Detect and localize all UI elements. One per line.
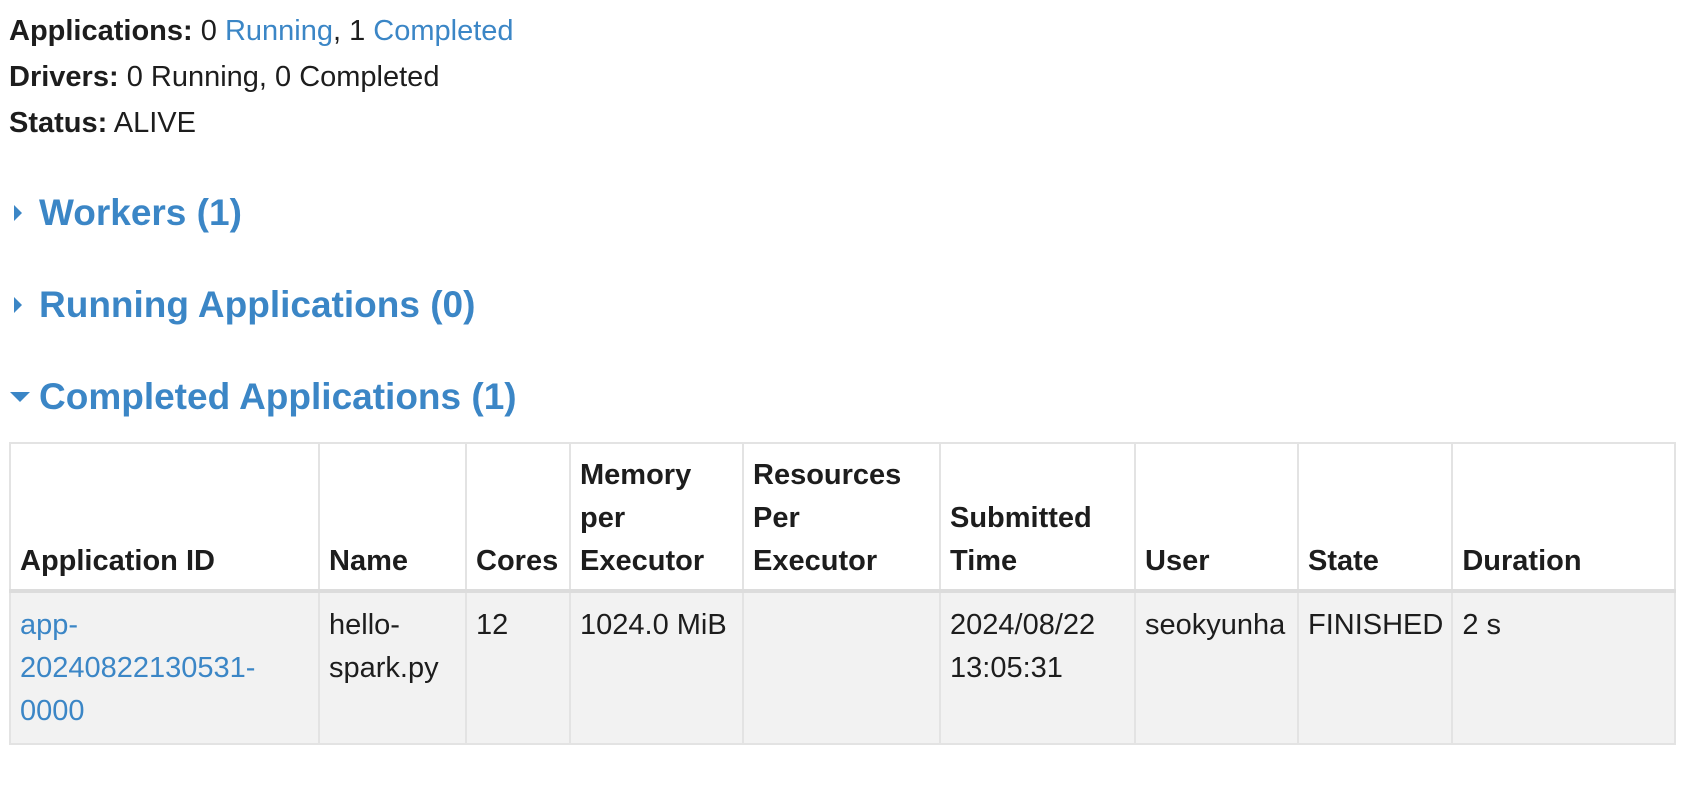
cell-state: FINISHED xyxy=(1296,590,1454,745)
completed-apps-table: Application ID Name Cores Memory per Execu… xyxy=(9,442,1676,745)
caret-right-icon xyxy=(9,297,39,313)
cell-user: seokyunha xyxy=(1134,590,1299,745)
caret-down-icon xyxy=(9,392,39,402)
header-name[interactable]: Name xyxy=(318,442,467,593)
header-resources-per-executor[interactable]: Resources Per Executor xyxy=(742,442,941,593)
cell-name: hello-spark.py xyxy=(318,590,467,745)
table-header-row: Application ID Name Cores Memory per Execu… xyxy=(9,442,1676,593)
drivers-label: Drivers: xyxy=(9,61,119,93)
applications-running-count: 0 xyxy=(200,15,217,47)
cell-cores: 12 xyxy=(465,590,571,745)
header-memory-per-executor[interactable]: Memory per Executor xyxy=(569,442,744,593)
header-duration[interactable]: Duration xyxy=(1451,442,1676,593)
application-id-link[interactable]: app- 20240822130531- 0000 xyxy=(20,609,255,727)
header-cores[interactable]: Cores xyxy=(465,442,571,593)
cell-resources xyxy=(742,590,941,745)
cell-duration: 2 s xyxy=(1451,590,1676,745)
status-label: Status: xyxy=(9,107,108,139)
running-apps-section-title[interactable]: Running Applications (0) xyxy=(39,281,475,329)
master-page: Applications: 0 Running, 1 Completed Dri… xyxy=(0,0,1684,745)
status-value: ALIVE xyxy=(113,107,196,139)
workers-section-toggle[interactable]: Workers (1) xyxy=(9,189,1684,237)
applications-separator: , xyxy=(332,15,342,47)
header-user[interactable]: User xyxy=(1134,442,1299,593)
drivers-summary: Drivers: 0 Running, 0 Completed xyxy=(9,54,1684,100)
workers-section-title[interactable]: Workers (1) xyxy=(39,189,242,237)
drivers-value: 0 Running, 0 Completed xyxy=(126,61,440,93)
header-application-id[interactable]: Application ID xyxy=(9,442,320,593)
applications-completed-count: 1 xyxy=(349,15,366,47)
completed-apps-section-title[interactable]: Completed Applications (1) xyxy=(39,373,517,421)
cell-application-id: app- 20240822130531- 0000 xyxy=(9,590,320,745)
applications-summary: Applications: 0 Running, 1 Completed xyxy=(9,8,1684,54)
status-summary: Status: ALIVE xyxy=(9,100,1684,146)
applications-label: Applications: xyxy=(9,15,193,47)
completed-apps-link[interactable]: Completed xyxy=(373,15,513,47)
running-apps-section-toggle[interactable]: Running Applications (0) xyxy=(9,281,1684,329)
table-row: app- 20240822130531- 0000 hello-spark.py 1… xyxy=(9,590,1676,745)
completed-apps-section-toggle[interactable]: Completed Applications (1) xyxy=(9,373,1684,421)
header-state[interactable]: State xyxy=(1296,442,1454,593)
cell-submitted-time: 2024/08/22 13:05:31 xyxy=(939,590,1136,745)
header-submitted-time[interactable]: Submitted Time xyxy=(939,442,1136,593)
cell-memory: 1024.0 MiB xyxy=(569,590,744,745)
running-apps-link[interactable]: Running xyxy=(225,15,333,47)
caret-right-icon xyxy=(9,205,39,221)
summary-list: Applications: 0 Running, 1 Completed Dri… xyxy=(9,8,1684,146)
